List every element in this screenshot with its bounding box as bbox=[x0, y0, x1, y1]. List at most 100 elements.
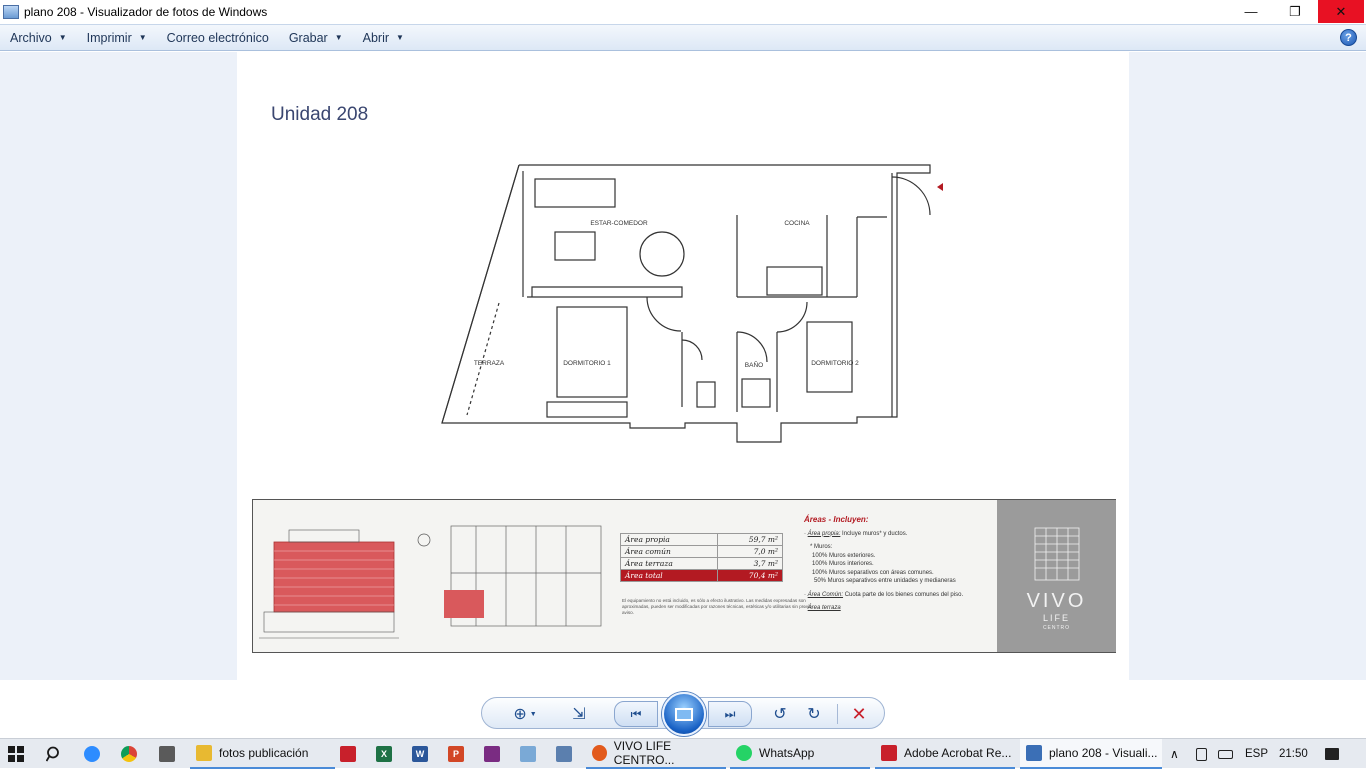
unit-info-panel: Área propia 59,7 m² Área común 7,0 m² Área… bbox=[252, 499, 1116, 653]
muros-line: 50% Muros separativos entre unidades y m… bbox=[814, 578, 956, 584]
pinned-excel[interactable]: X bbox=[376, 739, 392, 769]
previous-button[interactable]: ⏮ bbox=[614, 701, 658, 727]
table-row: Área común 7,0 m² bbox=[620, 545, 784, 558]
battery-icon bbox=[1218, 749, 1233, 759]
previous-icon: ⏮ bbox=[630, 706, 642, 721]
word-icon: W bbox=[412, 746, 428, 762]
pinned-calculator[interactable] bbox=[159, 739, 175, 769]
photo-viewer-window: plano 208 - Visualizador de fotos de Win… bbox=[0, 0, 1366, 738]
menu-correo-label: Correo electrónico bbox=[166, 30, 269, 45]
pinned-acrobat[interactable] bbox=[340, 739, 356, 769]
title-bar: plano 208 - Visualizador de fotos de Win… bbox=[0, 0, 1366, 23]
pinned-powerpoint[interactable]: P bbox=[448, 739, 464, 769]
window-title: plano 208 - Visualizador de fotos de Win… bbox=[24, 4, 268, 19]
area-label: Área propia bbox=[620, 533, 718, 546]
menu-archivo[interactable]: Archivo ▼ bbox=[0, 24, 77, 51]
rotate-left-button[interactable]: ↺ bbox=[768, 703, 792, 725]
area-label: Área terraza bbox=[620, 557, 718, 570]
taskbar-item-label: VIVO LIFE CENTRO... bbox=[613, 739, 675, 767]
taskbar-item-fotos[interactable]: fotos publicación bbox=[190, 739, 335, 769]
zoom-button[interactable]: ⊕ ▼ bbox=[508, 703, 542, 725]
actual-size-button[interactable]: ⇲ bbox=[566, 703, 592, 725]
taskbar-item-label: Adobe Acrobat Re... bbox=[904, 746, 1012, 760]
area-summary-table: Área propia 59,7 m² Área común 7,0 m² Área… bbox=[620, 533, 784, 582]
restore-button[interactable]: ❐ bbox=[1272, 0, 1318, 23]
menu-imprimir-label: Imprimir bbox=[86, 30, 132, 45]
start-button[interactable] bbox=[8, 739, 28, 769]
acrobat-icon bbox=[881, 745, 897, 761]
firefox-icon bbox=[592, 745, 607, 761]
help-icon[interactable]: ? bbox=[1340, 29, 1357, 46]
toolbar-pill: ⊕ ▼ ⇲ ⏮ ⏭ ↺ ↻ ✕ bbox=[481, 692, 885, 736]
zoom-app-icon bbox=[84, 746, 100, 762]
muros-line: 100% Muros separativos con áreas comunes… bbox=[812, 569, 934, 576]
building-elevation-drawing bbox=[259, 529, 399, 639]
area-propia-text: Incluye muros* y ductos. bbox=[842, 530, 908, 537]
menu-correo[interactable]: Correo electrónico bbox=[157, 24, 279, 51]
image-viewport[interactable]: Unidad 208 ESTAR-COMEDOR COCINA DORMITOR… bbox=[0, 52, 1366, 680]
next-button[interactable]: ⏭ bbox=[708, 701, 752, 727]
taskbar-item-photo-viewer[interactable]: plano 208 - Visuali... bbox=[1020, 739, 1162, 769]
area-value: 7,0 m² bbox=[716, 545, 784, 558]
tray-overflow-icon[interactable]: ∧ bbox=[1170, 739, 1179, 769]
area-value: 59,7 m² bbox=[716, 533, 784, 546]
floor-plan-image: Unidad 208 ESTAR-COMEDOR COCINA DORMITOR… bbox=[237, 52, 1129, 680]
taskbar-item-firefox[interactable]: VIVO LIFE CENTRO... bbox=[586, 739, 726, 769]
room-label-bano: BAÑO bbox=[745, 360, 763, 369]
photo-viewer-app-icon bbox=[3, 4, 19, 19]
phone-link-icon bbox=[1196, 747, 1207, 761]
delete-button[interactable]: ✕ bbox=[846, 703, 872, 725]
search-icon bbox=[46, 746, 59, 762]
area-label: Área común bbox=[620, 545, 718, 558]
notifications-button[interactable] bbox=[1325, 739, 1339, 769]
rotate-right-icon: ↻ bbox=[807, 706, 821, 723]
floor-plan-drawing: ESTAR-COMEDOR COCINA DORMITORIO 1 DORMIT… bbox=[441, 164, 943, 443]
close-button[interactable]: ✕ bbox=[1318, 0, 1364, 23]
taskbar: fotos publicación X W P VIVO LIFE CENTRO… bbox=[0, 738, 1366, 769]
muros-title: * Muros: bbox=[810, 544, 833, 550]
tray-battery-icon[interactable] bbox=[1218, 739, 1233, 769]
area-value: 3,7 m² bbox=[716, 557, 784, 570]
table-row-total: Área total 70,4 m² bbox=[620, 569, 784, 582]
chevron-down-icon: ▼ bbox=[334, 33, 343, 42]
rotate-right-button[interactable]: ↻ bbox=[802, 703, 826, 725]
floor-key-plan-drawing bbox=[417, 525, 602, 627]
pinned-zoom[interactable] bbox=[84, 739, 100, 769]
taskbar-item-whatsapp[interactable]: WhatsApp bbox=[730, 739, 870, 769]
menu-abrir[interactable]: Abrir ▼ bbox=[353, 24, 414, 51]
chevron-down-icon: ▼ bbox=[529, 710, 537, 718]
chevron-down-icon: ▼ bbox=[138, 33, 147, 42]
slideshow-button[interactable] bbox=[662, 692, 706, 736]
paint-icon bbox=[520, 746, 536, 762]
pinned-network[interactable] bbox=[556, 739, 572, 769]
unit-title: Unidad 208 bbox=[271, 104, 369, 125]
table-row: Área propia 59,7 m² bbox=[620, 533, 784, 546]
pinned-winrar[interactable] bbox=[484, 739, 500, 769]
area-value: 70,4 m² bbox=[716, 569, 784, 582]
network-icon bbox=[556, 746, 572, 762]
fit-window-icon: ⇲ bbox=[572, 706, 586, 723]
tray-clock[interactable]: 21:50 bbox=[1279, 739, 1308, 769]
pinned-paint[interactable] bbox=[520, 739, 536, 769]
tray-language[interactable]: ESP bbox=[1245, 739, 1268, 769]
table-row: Área terraza 3,7 m² bbox=[620, 557, 784, 570]
pinned-chrome[interactable] bbox=[121, 739, 137, 769]
taskbar-item-acrobat[interactable]: Adobe Acrobat Re... bbox=[875, 739, 1015, 769]
menu-archivo-label: Archivo bbox=[10, 30, 52, 45]
tray-device-icon[interactable] bbox=[1196, 739, 1207, 769]
brand-building-logo bbox=[1034, 527, 1080, 581]
menu-grabar[interactable]: Grabar ▼ bbox=[279, 24, 353, 51]
menu-imprimir[interactable]: Imprimir ▼ bbox=[77, 24, 157, 51]
winrar-icon bbox=[484, 746, 500, 762]
viewer-toolbar: ⊕ ▼ ⇲ ⏮ ⏭ ↺ ↻ ✕ bbox=[0, 680, 1366, 738]
muros-line: 100% Muros interiores. bbox=[812, 561, 874, 567]
minimize-button[interactable]: — bbox=[1228, 0, 1274, 23]
area-propia-label: Área propia: bbox=[807, 530, 841, 537]
search-button[interactable] bbox=[46, 739, 66, 769]
muros-line: 100% Muros exteriores. bbox=[812, 552, 876, 559]
pinned-word[interactable]: W bbox=[412, 739, 428, 769]
slideshow-icon bbox=[675, 707, 693, 721]
chrome-icon bbox=[121, 746, 137, 762]
windows-logo-icon bbox=[8, 746, 24, 762]
room-label-dormitorio-2: DORMITORIO 2 bbox=[811, 360, 859, 367]
